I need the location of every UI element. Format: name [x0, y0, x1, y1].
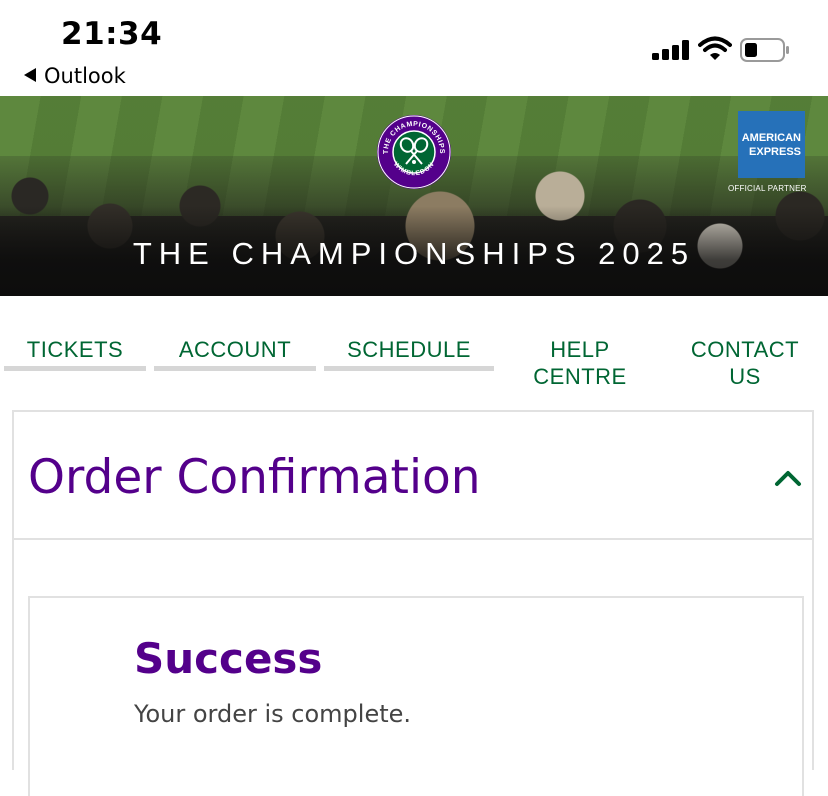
back-label: Outlook: [44, 64, 126, 88]
accordion-header[interactable]: Order Confirmation: [14, 412, 812, 540]
status-bar: 21:34 Outlook: [0, 0, 828, 96]
nav-account[interactable]: ACCOUNT: [154, 336, 316, 363]
back-to-outlook-button[interactable]: Outlook: [24, 64, 126, 88]
chevron-up-icon[interactable]: [774, 468, 802, 488]
battery-icon: [740, 38, 789, 62]
success-panel: Success Your order is complete.: [28, 596, 804, 796]
nav-help-centre[interactable]: HELP CENTRE: [510, 336, 650, 388]
hero-banner: THE CHAMPIONSHIPS WIMBLEDON AMERICAN EXP…: [0, 96, 828, 296]
success-heading: Success: [134, 634, 323, 683]
wimbledon-logo[interactable]: THE CHAMPIONSHIPS WIMBLEDON: [376, 114, 452, 190]
page-title: Order Confirmation: [28, 450, 481, 505]
amex-logo[interactable]: AMERICAN EXPRESS: [738, 111, 805, 178]
official-partner-label: OFFICIAL PARTNER: [728, 184, 807, 193]
main-nav: TICKETS ACCOUNT SCHEDULE HELP CENTRE CON…: [0, 296, 828, 388]
order-confirmation-card: Order Confirmation Success Your order is…: [12, 410, 814, 796]
nav-tickets[interactable]: TICKETS: [4, 336, 146, 363]
amex-line1: AMERICAN: [741, 132, 801, 144]
nav-account-underline: [154, 366, 316, 371]
hero-title: THE CHAMPIONSHIPS 2025: [132, 236, 696, 271]
nav-schedule-underline: [324, 366, 494, 371]
cellular-signal-icon: [652, 40, 692, 60]
nav-tickets-underline: [4, 366, 146, 371]
success-message: Your order is complete.: [134, 700, 412, 728]
nav-schedule[interactable]: SCHEDULE: [324, 336, 494, 363]
amex-line2: EXPRESS: [749, 146, 801, 158]
wifi-icon: [698, 36, 732, 60]
status-time: 21:34: [61, 16, 163, 52]
nav-contact-us[interactable]: CONTACT US: [676, 336, 814, 388]
back-arrow-icon: [24, 68, 36, 82]
